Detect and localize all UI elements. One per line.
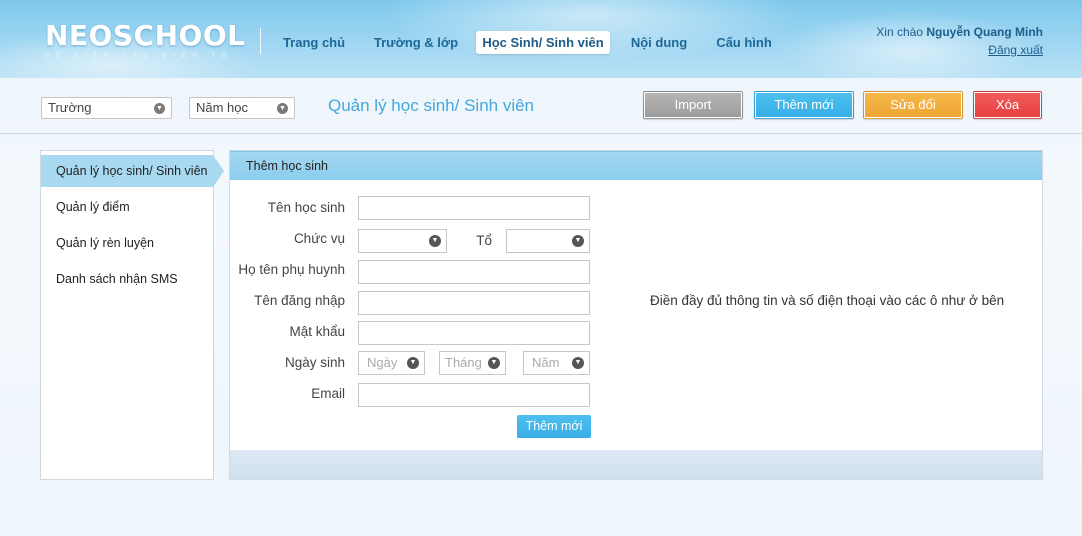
year-select-value: Năm học <box>196 100 249 115</box>
chevron-down-icon: ▼ <box>277 103 288 114</box>
dob-year-value: Năm <box>532 355 560 370</box>
sidebar-item-students[interactable]: Quản lý học sinh/ Sinh viên <box>41 155 224 187</box>
chevron-down-icon: ▼ <box>488 357 500 369</box>
header-divider <box>260 28 261 54</box>
sidebar-item-sms-list[interactable]: Danh sách nhận SMS <box>41 263 213 295</box>
logout-link[interactable]: Đăng xuất <box>988 43 1043 57</box>
chevron-down-icon: ▼ <box>407 357 419 369</box>
username-input[interactable] <box>358 291 590 315</box>
role-label: Chức vụ <box>293 231 345 246</box>
delete-button[interactable]: Xóa <box>973 91 1042 119</box>
submit-add-button[interactable]: Thêm mới <box>517 415 591 438</box>
user-greeting-line: Xin chào Nguyễn Quang Minh <box>876 25 1043 39</box>
add-new-button[interactable]: Thêm mới <box>754 91 854 119</box>
sidebar-item-conduct[interactable]: Quản lý rèn luyện <box>41 227 213 259</box>
sidebar: Quản lý học sinh/ Sinh viên Quản lý điểm… <box>40 150 224 480</box>
user-panel: Xin chào Nguyễn Quang Minh Đăng xuất <box>876 25 1043 57</box>
nav-item-students[interactable]: Học Sinh/ Sinh viên <box>476 31 610 54</box>
logo-tagline: SỔ LIÊN LẠC ĐIỆN TỬ <box>45 52 234 59</box>
student-name-label: Tên học sinh <box>267 200 345 215</box>
parent-name-label: Họ tên phụ huynh <box>238 262 345 277</box>
school-select-value: Trường <box>48 100 92 115</box>
group-select[interactable]: ▼ <box>506 229 590 253</box>
dob-month-value: Tháng <box>445 355 482 370</box>
panel-footer <box>230 450 1042 479</box>
year-select[interactable]: Năm học ▼ <box>189 97 295 119</box>
email-label: Email <box>311 386 345 401</box>
dob-label: Ngày sinh <box>284 355 345 370</box>
toolbar: Trường ▼ Năm học ▼ Quản lý học sinh/ Sin… <box>0 78 1082 134</box>
nav-item-home[interactable]: Trang chủ <box>279 31 349 54</box>
school-select[interactable]: Trường ▼ <box>41 97 172 119</box>
panel-title: Thêm học sinh <box>230 151 1042 180</box>
email-input[interactable] <box>358 383 590 407</box>
chevron-down-icon: ▼ <box>572 235 584 247</box>
dob-day-value: Ngày <box>367 355 398 370</box>
password-input[interactable] <box>358 321 590 345</box>
parent-name-input[interactable] <box>358 260 590 284</box>
user-name: Nguyễn Quang Minh <box>926 25 1043 39</box>
chevron-down-icon: ▼ <box>572 357 584 369</box>
dob-year-select[interactable]: Năm ▼ <box>523 351 590 375</box>
username-label: Tên đăng nhập <box>254 293 345 308</box>
group-label: Tổ <box>476 233 492 248</box>
greeting-text: Xin chào <box>876 25 923 39</box>
student-name-input[interactable] <box>358 196 590 220</box>
logo-text: NEOSCHOOL <box>45 19 246 52</box>
dob-month-select[interactable]: Tháng ▼ <box>439 351 506 375</box>
password-label: Mật khẩu <box>289 324 345 339</box>
dob-day-select[interactable]: Ngày ▼ <box>358 351 425 375</box>
page-title: Quản lý học sinh/ Sinh viên <box>328 96 535 115</box>
add-student-panel: Thêm học sinh Tên học sinh Chức vụ ▼ Tổ … <box>229 150 1043 480</box>
app-header: NEOSCHOOL SỔ LIÊN LẠC ĐIỆN TỬ Trang chủ … <box>0 0 1082 78</box>
logo[interactable]: NEOSCHOOL SỔ LIÊN LẠC ĐIỆN TỬ <box>45 20 245 60</box>
import-button[interactable]: Import <box>643 91 743 119</box>
sidebar-item-grades[interactable]: Quản lý điểm <box>41 191 213 223</box>
nav-item-settings[interactable]: Cấu hình <box>710 31 778 54</box>
edit-button[interactable]: Sửa đổi <box>863 91 963 119</box>
form-hint: Điền đầy đủ thông tin và số điện thoại v… <box>650 293 1005 308</box>
nav-item-content[interactable]: Nội dung <box>626 31 692 54</box>
nav-item-schools-classes[interactable]: Trường & lớp <box>370 31 462 54</box>
chevron-down-icon: ▼ <box>154 103 165 114</box>
